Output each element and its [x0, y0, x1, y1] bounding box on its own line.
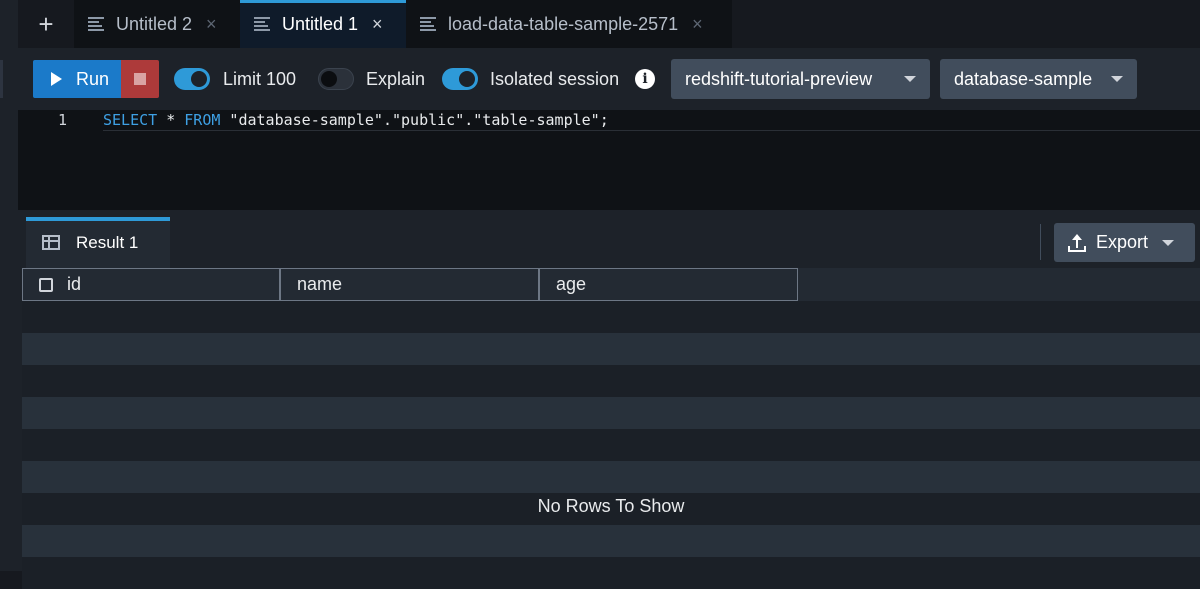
table-icon [42, 235, 60, 250]
no-rows-message: No Rows To Show [537, 496, 685, 516]
limit-label: Limit 100 [223, 69, 297, 89]
query-toolbar: Run Limit 100 Explain Isolated session i… [18, 48, 1200, 110]
editor-tab-bar: + Untitled 2 × Untitled 1 × load-data-ta… [18, 0, 1200, 48]
document-icon [254, 17, 270, 31]
close-icon[interactable]: × [692, 14, 703, 35]
tab-label: load-data-table-sample-2571 [448, 13, 679, 34]
sql-code-line[interactable]: SELECT * FROM "database-sample"."public"… [103, 111, 609, 129]
info-icon[interactable]: i [635, 69, 655, 89]
explain-label: Explain [366, 69, 426, 89]
stop-icon [134, 73, 146, 85]
rail-grip[interactable] [0, 60, 3, 98]
limit-toggle[interactable] [174, 68, 210, 90]
column-header-name[interactable]: name [280, 268, 539, 301]
isolated-session-toggle[interactable] [442, 68, 478, 90]
upload-icon [1068, 233, 1086, 252]
empty-row [22, 301, 1200, 333]
empty-row [22, 429, 1200, 461]
empty-row [22, 365, 1200, 397]
caret-down-icon [1162, 239, 1175, 246]
tab-untitled-1[interactable]: Untitled 1 × [240, 0, 406, 48]
empty-row [22, 461, 1200, 493]
plus-icon: + [38, 8, 54, 39]
grid-header-row: id name age [22, 268, 1200, 301]
document-icon [88, 17, 104, 31]
column-header-age[interactable]: age [539, 268, 798, 301]
column-header-label: age [556, 274, 587, 294]
play-icon [51, 72, 62, 86]
run-button[interactable]: Run [33, 60, 121, 98]
tab-untitled-2[interactable]: Untitled 2 × [74, 0, 240, 48]
export-label: Export [1096, 232, 1149, 252]
tab-load-data-table-sample[interactable]: load-data-table-sample-2571 × [406, 0, 732, 48]
select-all-checkbox[interactable] [39, 277, 53, 292]
explain-toggle[interactable] [318, 68, 354, 90]
new-tab-button[interactable]: + [18, 0, 74, 48]
column-header-label: name [297, 274, 343, 294]
divider [1040, 224, 1041, 260]
sql-table-ref: "database-sample"."public"."table-sample… [220, 111, 609, 129]
tab-label: Untitled 2 [116, 13, 193, 34]
database-select[interactable]: database-sample [940, 59, 1137, 99]
result-tab-label: Result 1 [76, 232, 139, 252]
sql-star: * [157, 111, 185, 129]
line-number: 1 [58, 111, 68, 129]
column-header-label: id [67, 274, 82, 294]
left-rail [0, 0, 18, 571]
close-icon[interactable]: × [372, 14, 383, 35]
run-label: Run [76, 68, 110, 89]
sql-keyword-from: FROM [184, 111, 221, 129]
column-header-id[interactable]: id [22, 268, 280, 301]
workgroup-value: redshift-tutorial-preview [685, 68, 873, 89]
results-panel: Result 1 Export id name age No Rows To S… [18, 210, 1200, 589]
tab-result-1[interactable]: Result 1 [26, 217, 170, 268]
export-button[interactable]: Export [1054, 223, 1195, 262]
isolated-session-label: Isolated session [490, 69, 620, 89]
document-icon [420, 17, 436, 31]
database-value: database-sample [954, 68, 1093, 89]
close-icon[interactable]: × [206, 14, 217, 35]
tab-label: Untitled 1 [282, 13, 359, 34]
empty-row [22, 397, 1200, 429]
empty-row [22, 333, 1200, 365]
sql-keyword-select: SELECT [103, 111, 158, 129]
workgroup-select[interactable]: redshift-tutorial-preview [671, 59, 930, 99]
caret-down-icon [904, 76, 916, 82]
sql-editor[interactable]: 1 SELECT * FROM "database-sample"."publi… [18, 110, 1200, 210]
empty-row [22, 557, 1200, 589]
results-grid: id name age No Rows To Show [22, 268, 1200, 589]
empty-row [22, 525, 1200, 557]
stop-button[interactable] [121, 60, 159, 98]
caret-down-icon [1111, 76, 1123, 82]
